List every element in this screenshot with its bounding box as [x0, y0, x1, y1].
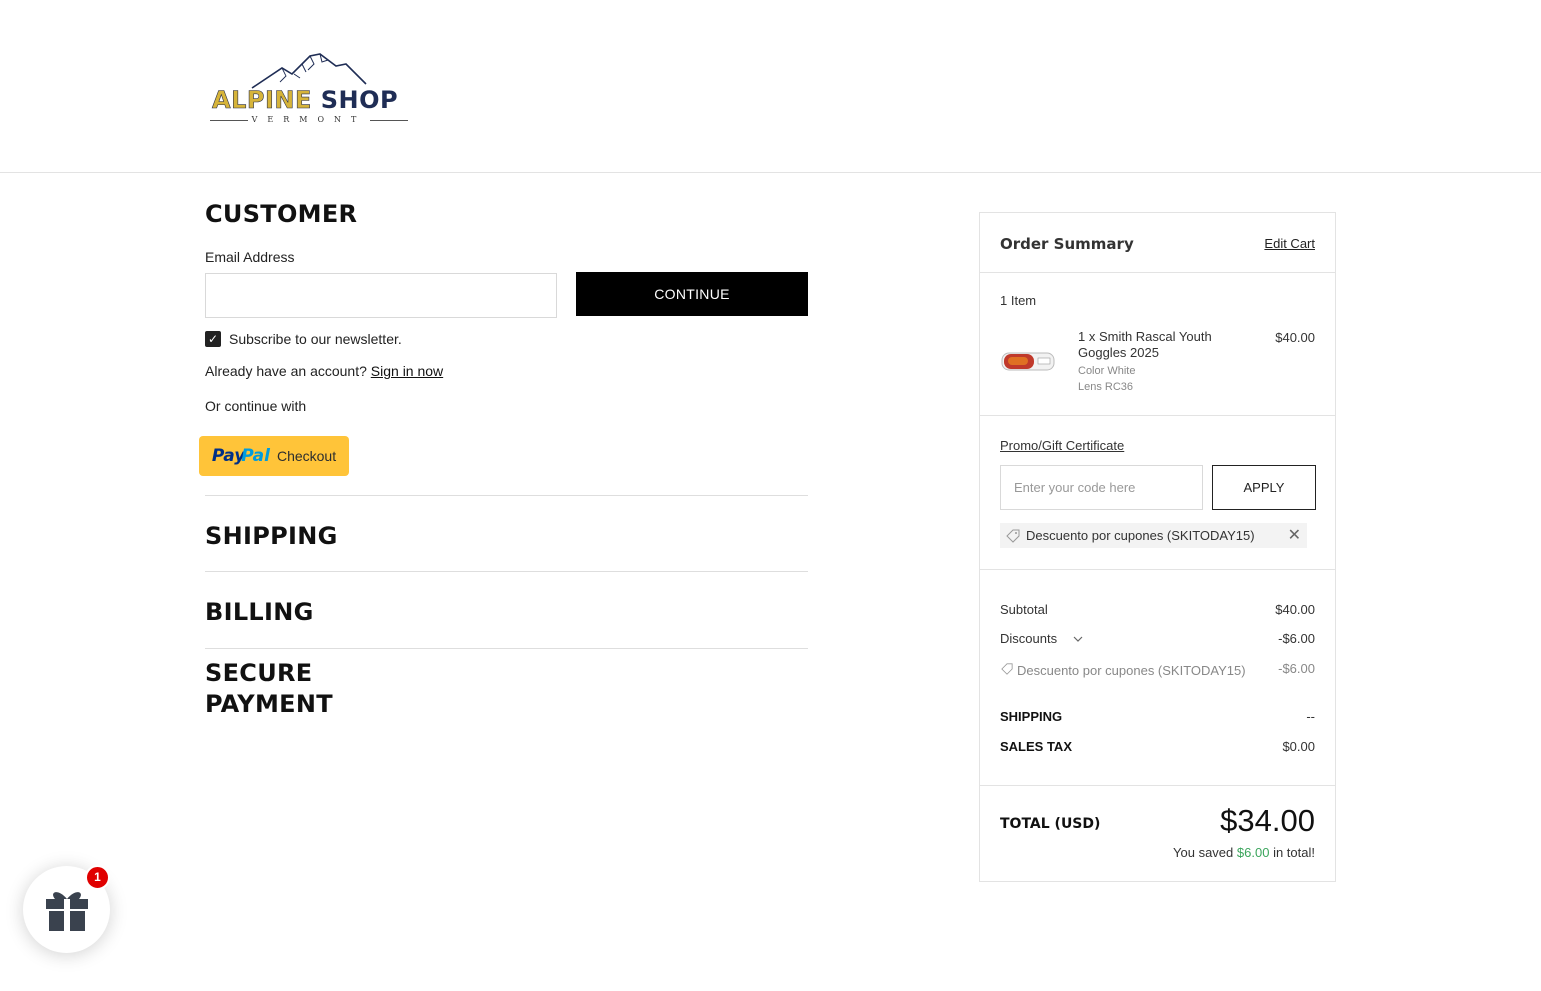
chevron-down-icon — [1073, 636, 1083, 642]
shipping-value: -- — [1306, 709, 1315, 724]
item-lens: Lens RC36 — [1078, 381, 1134, 393]
discounts-value: -$6.00 — [1278, 631, 1315, 646]
payment-title-line1: SECURE — [205, 659, 313, 687]
paypal-logo: PayPal — [212, 446, 270, 466]
account-prompt: Already have an account? Sign in now — [205, 363, 443, 379]
sales-tax-value: $0.00 — [1282, 739, 1315, 754]
newsletter-checkbox[interactable]: ✓ — [205, 331, 221, 347]
customer-title: CUSTOMER — [205, 200, 358, 228]
summary-header: Order Summary Edit Cart — [980, 213, 1335, 273]
remove-coupon-close-icon[interactable]: ✕ — [1288, 527, 1301, 544]
continue-button[interactable]: CONTINUE — [576, 272, 808, 316]
paypal-pal-text: Pal — [241, 446, 270, 466]
divider — [205, 648, 808, 649]
shipping-title: SHIPPING — [205, 522, 338, 550]
sales-tax-label: SALES TAX — [1000, 739, 1072, 754]
coupon-chip-label: Descuento por cupones (SKITODAY15) — [1026, 528, 1255, 543]
billing-title: BILLING — [205, 598, 314, 626]
total-value: $34.00 — [1220, 803, 1315, 838]
email-label: Email Address — [205, 249, 295, 265]
order-summary: Order Summary Edit Cart 1 Item 1 x Smith… — [979, 212, 1336, 882]
item-price: $40.00 — [1275, 330, 1315, 345]
savings-suffix: in total! — [1273, 845, 1315, 860]
item-color: Color White — [1078, 365, 1136, 377]
email-field[interactable] — [205, 273, 557, 318]
logo-wordmark: ALPINE SHOP — [212, 86, 399, 114]
totals-breakdown: Subtotal $40.00 Discounts -$6.00 Descuen… — [980, 570, 1335, 786]
edit-cart-link[interactable]: Edit Cart — [1264, 236, 1315, 251]
shipping-label: SHIPPING — [1000, 709, 1063, 724]
item-count: 1 Item — [1000, 293, 1037, 308]
gift-icon — [46, 892, 88, 931]
cart-items: 1 Item 1 x Smith Rascal Youth Goggles 20… — [980, 273, 1335, 416]
coupon-discount-label: Descuento por cupones (SKITODAY15) — [1017, 663, 1246, 678]
subtotal-value: $40.00 — [1275, 602, 1315, 617]
savings-amount: $6.00 — [1236, 845, 1270, 860]
promo-code-input[interactable] — [1000, 465, 1203, 510]
coupon-discount-value: -$6.00 — [1278, 661, 1315, 676]
tag-icon — [1006, 529, 1020, 543]
gift-notification-badge: 1 — [85, 865, 110, 890]
logo-word-alpine: ALPINE — [212, 86, 312, 114]
payment-title: SECURE PAYMENT — [205, 658, 333, 720]
alpine-shop-logo[interactable]: ALPINE SHOP VERMONT — [210, 50, 410, 130]
total-label: TOTAL (USD) — [1000, 816, 1101, 832]
savings-text: You saved $6.00 in total! — [1173, 845, 1315, 860]
paypal-checkout-label: Checkout — [276, 448, 337, 464]
subtotal-label: Subtotal — [1000, 602, 1048, 617]
logo-word-shop: SHOP — [320, 86, 399, 114]
applied-coupon-chip: Descuento por cupones (SKITODAY15) ✕ — [1000, 523, 1307, 548]
or-continue-text: Or continue with — [205, 398, 307, 414]
savings-prefix: You saved — [1173, 845, 1234, 860]
coupon-discount-line: Descuento por cupones (SKITODAY15) — [1000, 661, 1260, 680]
tag-icon — [1001, 663, 1013, 675]
discounts-toggle[interactable]: Discounts — [1000, 631, 1083, 646]
discounts-label: Discounts — [1000, 631, 1058, 646]
newsletter-label: Subscribe to our newsletter. — [229, 331, 402, 347]
account-prompt-text: Already have an account? — [205, 363, 367, 379]
divider — [205, 495, 808, 496]
logo-subtitle: VERMONT — [210, 115, 408, 124]
site-header: ALPINE SHOP VERMONT — [0, 0, 1541, 173]
goggles-thumbnail-icon — [1001, 352, 1055, 371]
promo-link[interactable]: Promo/Gift Certificate — [1000, 438, 1124, 453]
sign-in-link[interactable]: Sign in now — [371, 363, 443, 379]
payment-title-line2: PAYMENT — [205, 690, 333, 718]
paypal-checkout-button[interactable]: PayPal Checkout — [199, 436, 349, 476]
divider — [205, 571, 808, 572]
apply-button[interactable]: APPLY — [1212, 465, 1316, 510]
item-name: 1 x Smith Rascal Youth Goggles 2025 — [1078, 329, 1212, 360]
summary-title: Order Summary — [1000, 235, 1134, 253]
